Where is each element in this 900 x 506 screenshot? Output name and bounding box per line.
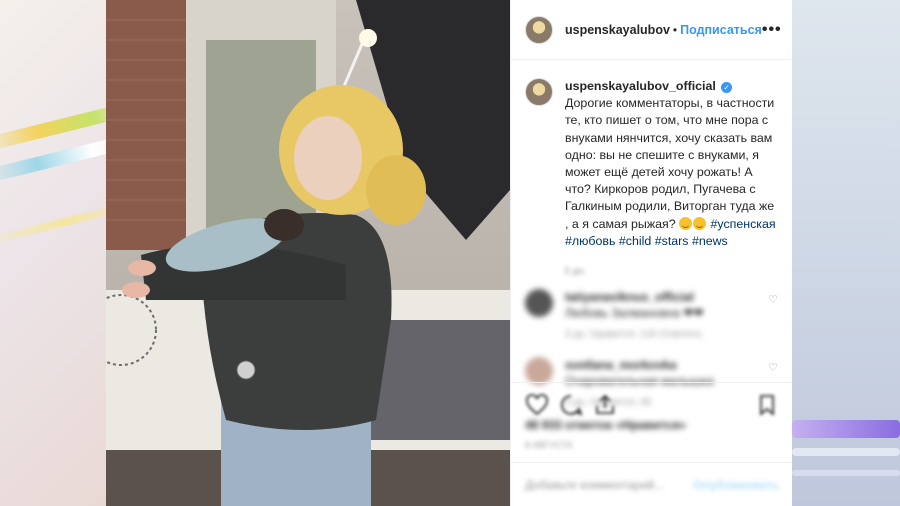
caption: uspenskayalubov_official ✓ Дорогие комме… [511, 60, 792, 250]
hashtag-link[interactable]: #news [692, 234, 728, 248]
caption-text: uspenskayalubov_official ✓ Дорогие комме… [565, 78, 778, 250]
add-comment-bar: Добавьте комментарий... Опубликовать [511, 462, 793, 506]
comment-username[interactable]: tatiyanaviknus_official [565, 290, 694, 304]
header-username[interactable]: uspenskayalubov [565, 23, 670, 37]
comment-avatar[interactable] [525, 357, 553, 386]
action-bar [511, 382, 793, 417]
comment-item: tatiyanaviknus_official Любовь Залмановн… [511, 277, 792, 343]
publish-button[interactable]: Опубликовать [693, 478, 779, 492]
caption-time: 3 дн. [564, 266, 587, 278]
photo-illustration [106, 0, 510, 506]
caption-body: Дорогие комментаторы, в частности те, кт… [565, 96, 775, 231]
header-separator: • [672, 22, 678, 37]
verified-icon: ✓ [721, 82, 733, 93]
light-streak [0, 197, 106, 247]
comment-icon[interactable] [559, 393, 583, 417]
bookmark-icon[interactable] [755, 393, 779, 417]
share-icon[interactable] [593, 393, 617, 417]
post-photo[interactable] [106, 0, 510, 506]
post-panel: uspenskayalubov • Подписаться ••• uspens… [510, 0, 793, 506]
hashtag-link[interactable]: #успенская [711, 217, 776, 231]
likes-count[interactable]: 48 933 отметок «Нравится» [525, 418, 686, 432]
hashtag-link[interactable]: #stars [655, 234, 689, 248]
comment-text: Любовь Залмановна ❤❤ [565, 306, 704, 321]
caption-username[interactable]: uspenskayalubov_official [565, 79, 716, 93]
left-background [0, 0, 106, 506]
comment-avatar[interactable] [525, 289, 553, 318]
light-band [792, 470, 900, 476]
avatar[interactable] [525, 15, 553, 44]
post-header: uspenskayalubov • Подписаться ••• [511, 0, 792, 60]
laughing-emoji-icon [693, 216, 707, 230]
hashtag-link[interactable]: #child [619, 234, 651, 248]
caption-avatar[interactable] [525, 78, 553, 106]
more-icon[interactable]: ••• [762, 21, 782, 39]
right-background [792, 0, 900, 506]
comment-input[interactable]: Добавьте комментарий... [525, 478, 664, 492]
comment-heart-icon[interactable]: ♡ [768, 289, 778, 306]
comment-meta: 3 дн. Нравится: 126 Ответить [565, 329, 703, 341]
comment-heart-icon[interactable]: ♡ [768, 357, 778, 374]
purple-band [792, 420, 900, 438]
follow-button[interactable]: Подписаться [680, 23, 762, 37]
heart-icon[interactable] [525, 393, 549, 417]
post-date: 8 АВГУСТА [525, 440, 573, 450]
light-band [792, 448, 900, 456]
smirk-emoji-icon [679, 216, 693, 230]
comment-username[interactable]: svetlana_morkovka [565, 358, 676, 372]
comment-body: tatiyanaviknus_official Любовь Залмановн… [565, 289, 765, 343]
hashtag-link[interactable]: #любовь [565, 234, 615, 248]
